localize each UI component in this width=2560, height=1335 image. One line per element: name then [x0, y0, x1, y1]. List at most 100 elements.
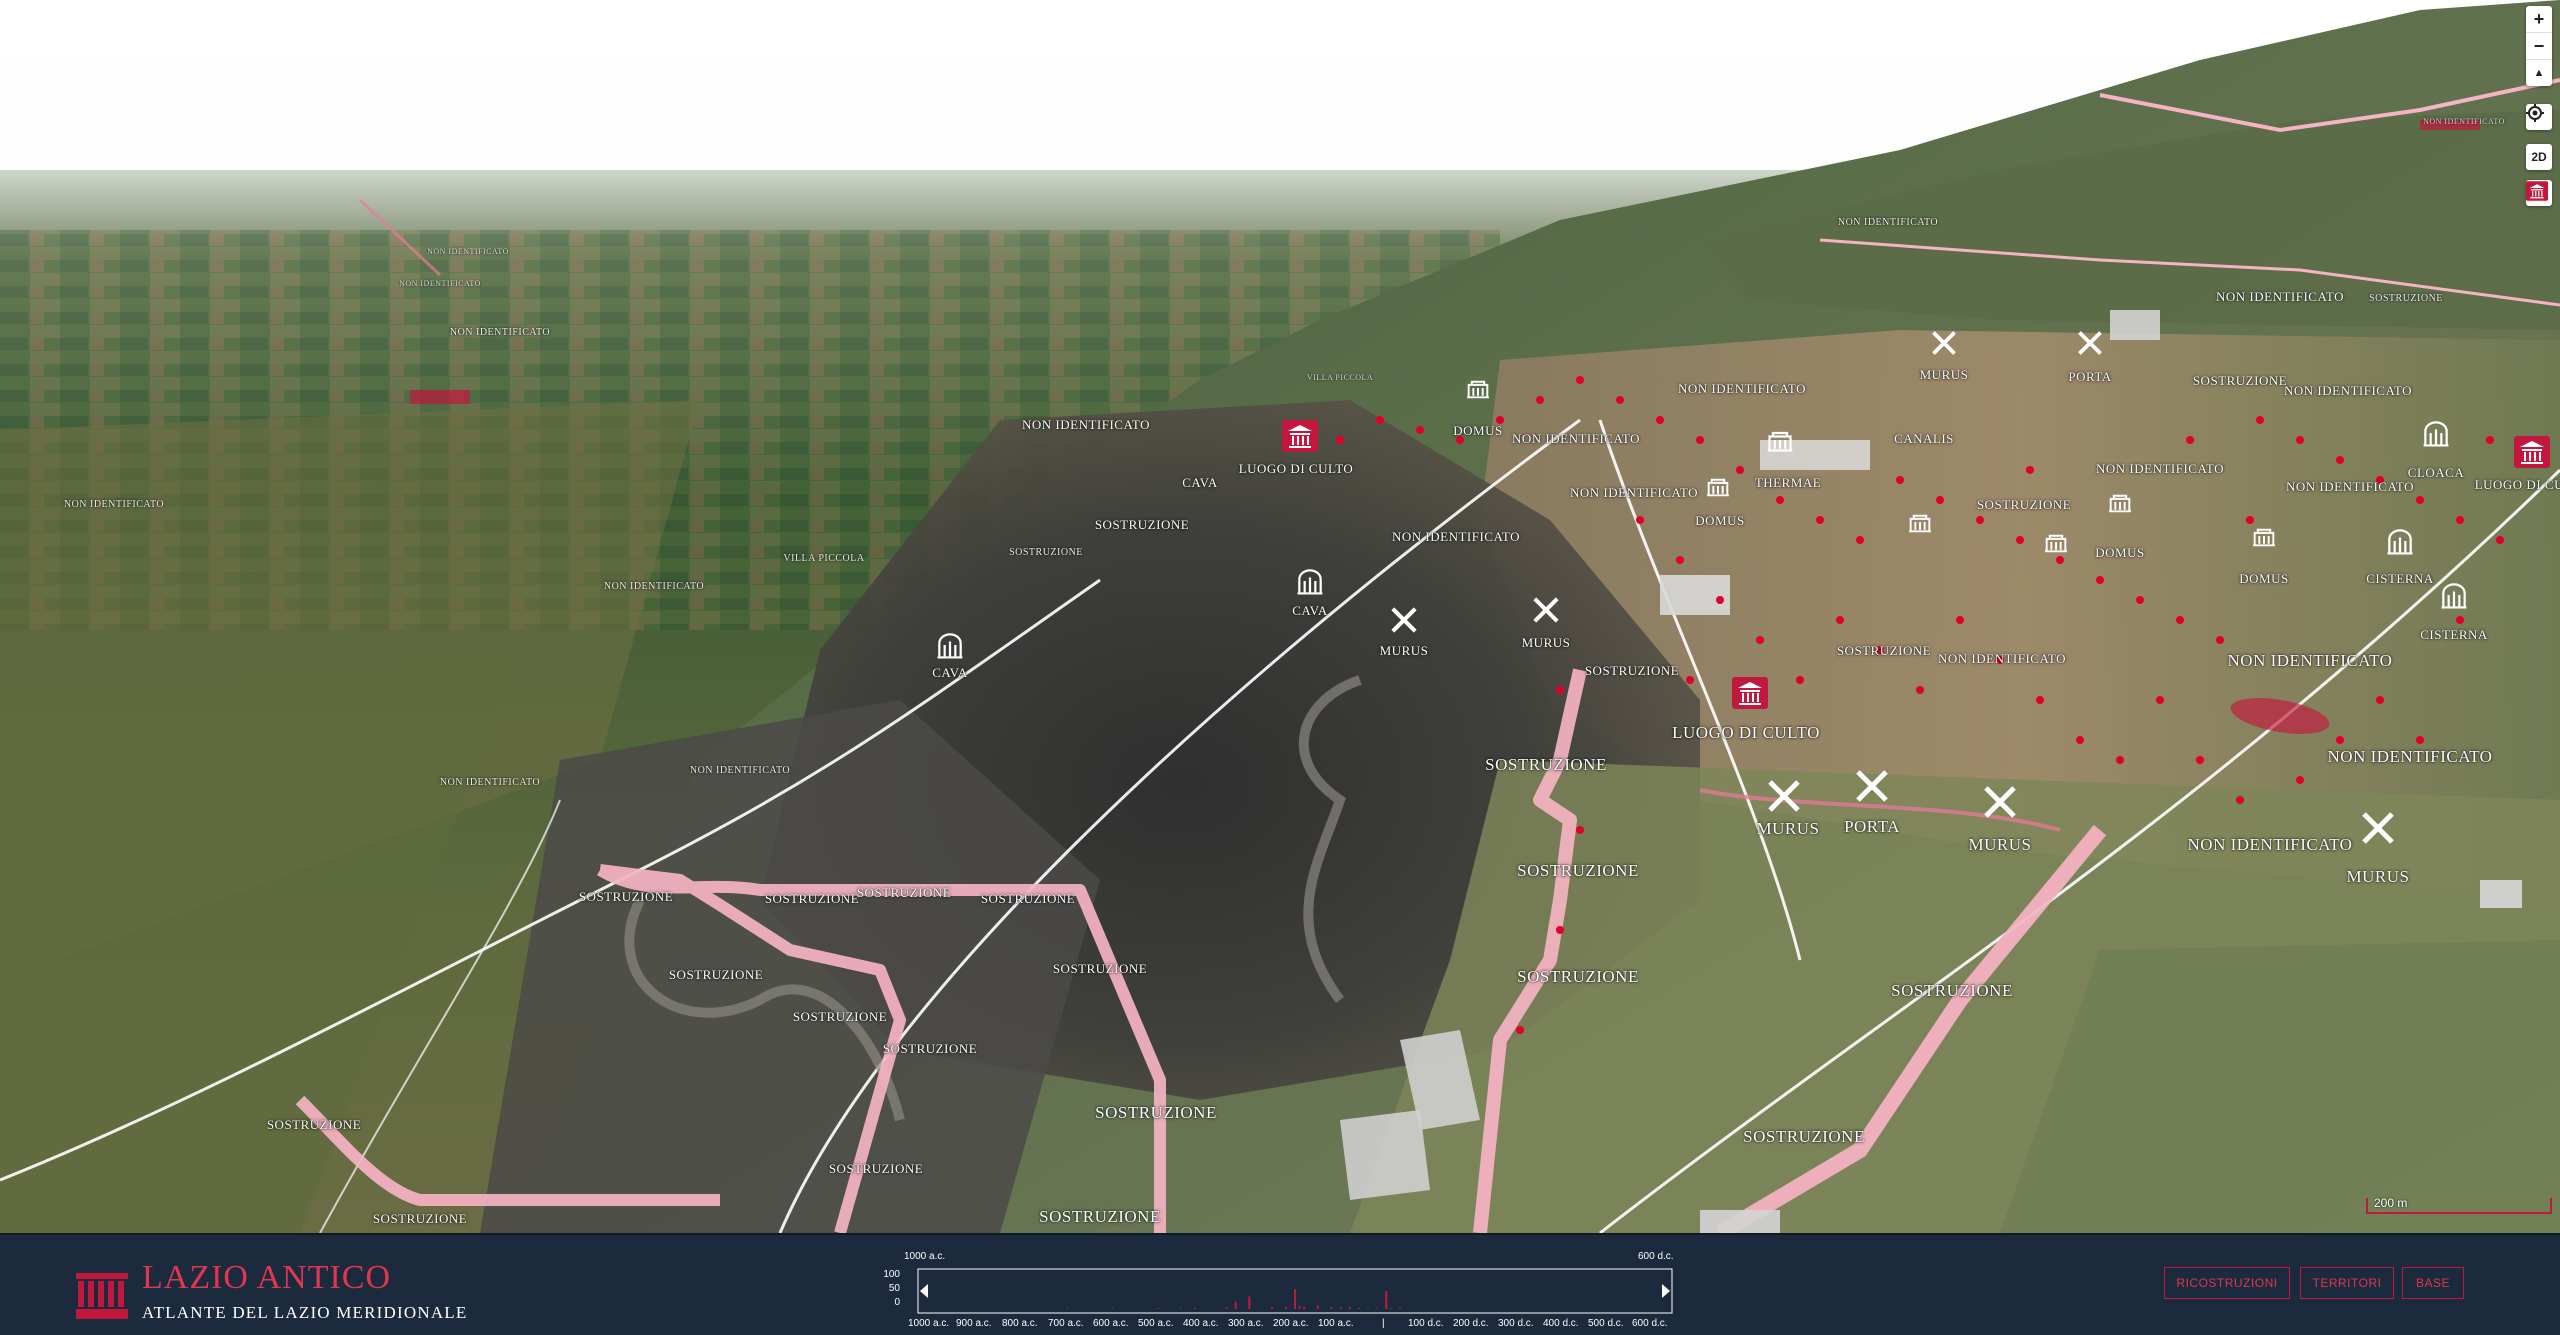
poi-label[interactable]: NON IDENTIFICATO	[450, 327, 550, 339]
cisterna-icon[interactable]	[2384, 526, 2416, 556]
domus-icon[interactable]	[1464, 374, 1492, 402]
poi-label[interactable]: SOSTRUZIONE	[1891, 982, 2013, 1000]
poi-label[interactable]: SOSTRUZIONE	[981, 892, 1075, 906]
toggle-2d-button[interactable]: 2D	[2526, 144, 2552, 170]
poi-label[interactable]: SOSTRUZIONE	[1053, 962, 1147, 976]
poi-label[interactable]: SOSTRUZIONE	[1585, 664, 1679, 678]
timeline-end-handle[interactable]	[1662, 1284, 1670, 1298]
poi-label[interactable]: MURUS	[1380, 644, 1429, 658]
temple-layer-button[interactable]	[2526, 180, 2552, 206]
poi-label[interactable]: CLOACA	[2408, 466, 2464, 480]
murus-icon[interactable]	[1764, 776, 1804, 816]
poi-label[interactable]: SOSTRUZIONE	[1009, 547, 1083, 559]
poi-label[interactable]: THERMAE	[1755, 476, 1821, 490]
cisterna-icon[interactable]	[2438, 580, 2470, 610]
domus-icon[interactable]	[2250, 522, 2278, 550]
poi-label[interactable]: SOSTRUZIONE	[1485, 756, 1607, 774]
base-button[interactable]: BASE	[2402, 1267, 2464, 1299]
poi-label[interactable]: NON IDENTIFICATO	[1838, 217, 1938, 229]
poi-label[interactable]: SOSTRUZIONE	[1039, 1208, 1161, 1226]
domus-icon[interactable]	[1704, 472, 1732, 500]
poi-label[interactable]: SOSTRUZIONE	[1517, 968, 1639, 986]
poi-label[interactable]: NON IDENTIFICATO	[2328, 748, 2493, 766]
poi-label[interactable]: MURUS	[1969, 836, 2032, 854]
poi-label[interactable]: PORTA	[2068, 370, 2111, 384]
poi-label[interactable]: MURUS	[1757, 820, 1820, 838]
poi-label[interactable]: SOSTRUZIONE	[1095, 1104, 1217, 1122]
porta-icon[interactable]	[1852, 766, 1892, 806]
poi-label[interactable]: NON IDENTIFICATO	[2188, 836, 2353, 854]
poi-label[interactable]: SOSTRUZIONE	[669, 968, 763, 982]
poi-label[interactable]: DOMUS	[2239, 572, 2288, 586]
terrain-render[interactable]	[0, 0, 2560, 1233]
cava-icon[interactable]	[1294, 566, 1326, 596]
poi-label[interactable]: NON IDENTIFICATO	[1022, 418, 1150, 432]
poi-label[interactable]: LUOGO DI CULTO	[1239, 462, 1354, 476]
poi-label[interactable]: SOSTRUZIONE	[1517, 862, 1639, 880]
poi-label[interactable]: CISTERNA	[2420, 628, 2488, 642]
murus-icon[interactable]	[1388, 604, 1420, 636]
poi-label[interactable]: PORTA	[1844, 818, 1900, 836]
poi-label[interactable]: SOSTRUZIONE	[373, 1212, 467, 1226]
zoom-out-button[interactable]: −	[2526, 32, 2552, 59]
poi-label[interactable]: NON IDENTIFICATO	[1392, 530, 1520, 544]
poi-label[interactable]: MURUS	[2347, 868, 2410, 886]
cloaca-icon[interactable]	[2420, 418, 2452, 448]
poi-label[interactable]: SOSTRUZIONE	[1743, 1128, 1865, 1146]
poi-label[interactable]: NON IDENTIFICATO	[440, 777, 540, 789]
poi-label[interactable]: NON IDENTIFICATO	[2096, 462, 2224, 476]
poi-label[interactable]: SOSTRUZIONE	[793, 1010, 887, 1024]
poi-label[interactable]: NON IDENTIFICATO	[427, 247, 509, 256]
temple-icon[interactable]	[1732, 676, 1768, 710]
poi-label[interactable]: CISTERNA	[2366, 572, 2434, 586]
poi-label[interactable]: CANALIS	[1894, 432, 1954, 446]
lazio-antico-logo[interactable]	[76, 1271, 128, 1321]
poi-label[interactable]: SOSTRUZIONE	[829, 1162, 923, 1176]
temple-icon[interactable]	[1282, 420, 1318, 452]
map-3d-view[interactable]: LUOGO DI CULTO SOSTRUZIONE SOSTRUZIONE S…	[0, 0, 2560, 1233]
poi-label[interactable]: NON IDENTIFICATO	[1938, 652, 2066, 666]
poi-label[interactable]: SOSTRUZIONE	[579, 890, 673, 904]
poi-label[interactable]: DOMUS	[1695, 514, 1744, 528]
cava-icon[interactable]	[934, 630, 966, 660]
murus-icon[interactable]	[1530, 594, 1562, 626]
poi-label[interactable]: NON IDENTIFICATO	[399, 279, 481, 288]
poi-label[interactable]: VILLA PICCOLA	[783, 553, 864, 565]
poi-label[interactable]: DOMUS	[1453, 424, 1502, 438]
poi-label[interactable]: SOSTRUZIONE	[2369, 293, 2443, 305]
poi-label[interactable]: CAVA	[1182, 476, 1217, 490]
timeline-start-handle[interactable]	[920, 1284, 928, 1298]
temple-icon[interactable]	[2514, 436, 2550, 468]
poi-label[interactable]: NON IDENTIFICATO	[1570, 486, 1698, 500]
thermae-icon[interactable]	[1763, 426, 1797, 454]
poi-label[interactable]: SOSTRUZIONE	[857, 886, 951, 900]
poi-label[interactable]: SOSTRUZIONE	[765, 892, 859, 906]
ricostruzioni-button[interactable]: RICOSTRUZIONI	[2164, 1267, 2290, 1299]
porta-icon[interactable]	[2075, 328, 2105, 358]
murus-icon[interactable]	[1929, 328, 1959, 358]
locate-button[interactable]	[2526, 104, 2552, 130]
poi-label[interactable]: NON IDENTIFICATO	[2284, 384, 2412, 398]
poi-label[interactable]: NON IDENTIFICATO	[604, 581, 704, 593]
zoom-in-button[interactable]: +	[2526, 6, 2552, 32]
territori-button[interactable]: TERRITORI	[2300, 1267, 2394, 1299]
poi-label[interactable]: NON IDENTIFICATO	[690, 765, 790, 777]
poi-label[interactable]: SOSTRUZIONE	[267, 1118, 361, 1132]
poi-label[interactable]: DOMUS	[2095, 546, 2144, 560]
poi-label[interactable]: NON IDENTIFICATO	[2228, 652, 2393, 670]
poi-label[interactable]: NON IDENTIFICATO	[1512, 432, 1640, 446]
poi-label[interactable]: MURUS	[1522, 636, 1571, 650]
poi-label[interactable]: NON IDENTIFICATO	[1678, 382, 1806, 396]
poi-label[interactable]: CAVA	[932, 666, 967, 680]
poi-label[interactable]: CAVA	[1292, 604, 1327, 618]
poi-label[interactable]: NON IDENTIFICATO	[2423, 117, 2505, 126]
poi-label[interactable]: MURUS	[1920, 368, 1969, 382]
poi-label[interactable]: NON IDENTIFICATO	[2286, 480, 2414, 494]
poi-label[interactable]: NON IDENTIFICATO	[64, 499, 164, 511]
murus-icon[interactable]	[2358, 808, 2398, 848]
poi-label[interactable]: SOSTRUZIONE	[1977, 498, 2071, 512]
compass-button[interactable]: ▲	[2526, 59, 2552, 86]
timeline-chart[interactable]: 1000 a.c. 600 d.c. 100 50 0 1000 a.c. 90…	[880, 1243, 1680, 1333]
poi-label[interactable]: SOSTRUZIONE	[2193, 374, 2287, 388]
poi-label[interactable]: LUOGO DI CULTO	[1672, 724, 1820, 742]
